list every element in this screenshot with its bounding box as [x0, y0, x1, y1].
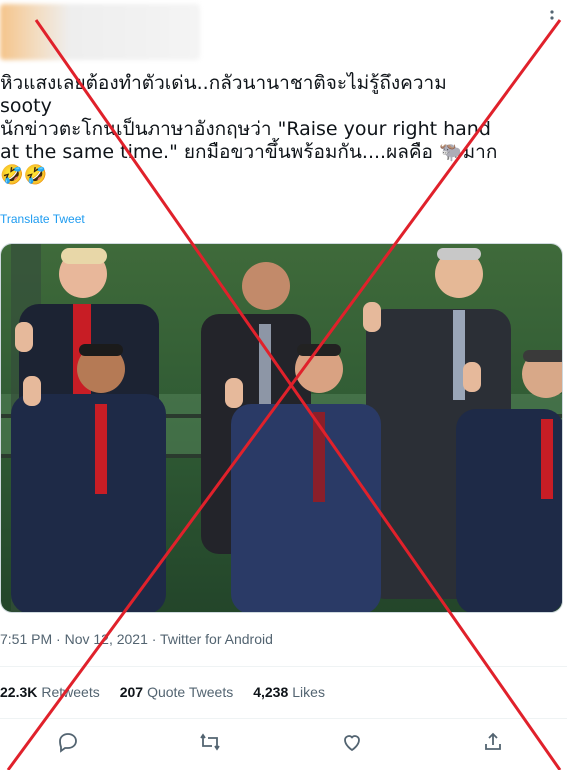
divider [0, 718, 567, 719]
likes-count: 4,238 [253, 684, 289, 700]
tweet-text-line: นักข่าวตะโกนเป็นภาษาอังกฤษว่า "Raise you… [0, 118, 491, 140]
more-icon[interactable] [545, 8, 559, 28]
quote-tweets-stat[interactable]: 207 Quote Tweets [120, 684, 234, 700]
quote-tweets-label: Quote Tweets [147, 684, 234, 700]
blurred-author [0, 4, 200, 60]
translate-tweet-link[interactable]: Translate Tweet [0, 212, 85, 226]
like-icon[interactable] [340, 730, 368, 758]
tweet-photo[interactable] [0, 243, 563, 613]
tweet-actions [0, 730, 567, 758]
tweet-text: หิวแสงเลยต้องทำตัวเด่น..กลัวนานาชาติจะไม… [0, 72, 560, 187]
retweets-label: Retweets [41, 684, 100, 700]
tweet-header [0, 0, 567, 64]
divider [0, 666, 567, 667]
quote-tweets-count: 207 [119, 684, 144, 700]
retweets-stat[interactable]: 22.3K Retweets [0, 684, 100, 700]
tweet-timestamp[interactable]: 7:51 PM · Nov 12, 2021 · Twitter for And… [0, 631, 273, 647]
retweet-icon[interactable] [198, 730, 226, 758]
group-photo-illustration [1, 244, 562, 612]
tweet-text-line: หิวแสงเลยต้องทำตัวเด่น..กลัวนานาชาติจะไม… [0, 72, 447, 94]
likes-label: Likes [292, 684, 325, 700]
tweet-text-line: at the same time." ยกมือขวาขึ้นพร้อมกัน.… [0, 141, 498, 163]
tweet-stats: 22.3K Retweets 207 Quote Tweets 4,238 Likes [0, 684, 325, 700]
retweets-count: 22.3K [0, 684, 38, 700]
tweet-text-line: 🤣🤣 [0, 164, 48, 186]
likes-stat[interactable]: 4,238 Likes [253, 684, 325, 700]
share-icon[interactable] [481, 730, 509, 758]
reply-icon[interactable] [56, 730, 84, 758]
tweet-text-line: sooty [0, 95, 52, 117]
